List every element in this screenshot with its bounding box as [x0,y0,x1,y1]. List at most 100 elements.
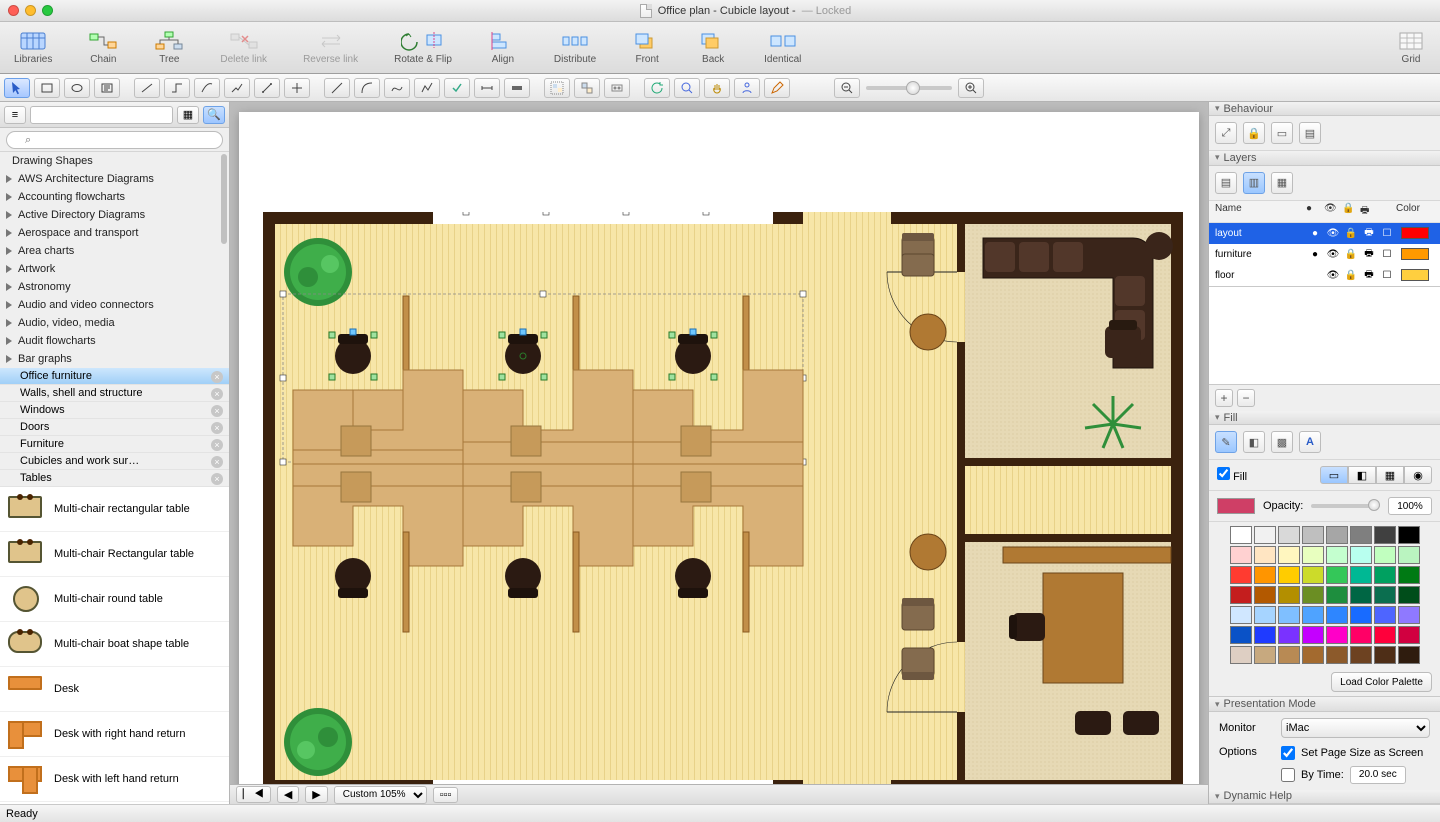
align-button[interactable]: Align [484,28,522,67]
page-nav-first[interactable]: ⎸◀ [236,786,271,803]
open-library-item[interactable]: Office furniture× [0,368,229,385]
palette-swatch[interactable] [1326,566,1348,584]
palette-swatch[interactable] [1350,526,1372,544]
pointer-tool[interactable] [4,78,30,98]
close-icon[interactable]: × [211,422,223,434]
palette-swatch[interactable] [1350,646,1372,664]
by-time-input[interactable] [1350,766,1406,784]
palette-swatch[interactable] [1398,546,1420,564]
shape-item[interactable]: Multi-chair rectangular table [0,487,229,532]
shape-item[interactable]: Desk [0,667,229,712]
category-item[interactable]: Audio and video connectors [0,296,229,314]
layers-table[interactable]: Name ● 👁 🔒 🖶 Color layout ●👁🔒🖶☐ furnitur… [1209,201,1440,287]
load-palette-button[interactable]: Load Color Palette [1331,672,1432,692]
category-item[interactable]: Aerospace and transport [0,224,229,242]
library-grid-view-icon[interactable]: ▦ [177,106,199,124]
fill-checkbox[interactable]: Fill [1217,467,1247,483]
connector-2-tool[interactable] [164,78,190,98]
layers-view-1-icon[interactable]: ▤ [1215,172,1237,194]
close-icon[interactable]: × [211,388,223,400]
ungroup-tool[interactable] [574,78,600,98]
category-item[interactable]: Astronomy [0,278,229,296]
by-time-checkbox[interactable] [1281,768,1295,782]
minimize-window-button[interactable] [25,5,36,16]
palette-swatch[interactable] [1350,546,1372,564]
palette-swatch[interactable] [1278,586,1300,604]
fill-solid-icon[interactable]: ✎ [1215,431,1237,453]
palette-swatch[interactable] [1302,566,1324,584]
layers-view-2-icon[interactable]: ▥ [1243,172,1265,194]
category-item[interactable]: Audio, video, media [0,314,229,332]
palette-swatch[interactable] [1326,626,1348,644]
shape-item[interactable]: Multi-chair round table [0,577,229,622]
fill-text-icon[interactable]: A [1299,431,1321,453]
add-layer-button[interactable]: + [1215,389,1233,407]
layer-row[interactable]: floor 👁🔒🖶☐ [1209,265,1440,286]
palette-swatch[interactable] [1398,526,1420,544]
opacity-slider[interactable] [1311,504,1380,508]
behaviour-lock-icon[interactable]: 🔒 [1243,122,1265,144]
palette-swatch[interactable] [1398,566,1420,584]
rect-tool[interactable] [34,78,60,98]
wall-tool[interactable] [504,78,530,98]
shape-item[interactable]: Desk with right hand return [0,712,229,757]
palette-swatch[interactable] [1302,526,1324,544]
distribute-button[interactable]: Distribute [550,28,600,67]
open-library-item[interactable]: Cubicles and work sur…× [0,453,229,470]
fill-style-segment[interactable]: ▭◧▦◉ [1320,466,1432,484]
palette-swatch[interactable] [1326,546,1348,564]
front-button[interactable]: Front [628,28,666,67]
palette-swatch[interactable] [1230,546,1252,564]
palette-swatch[interactable] [1374,566,1396,584]
palette-swatch[interactable] [1326,586,1348,604]
shape-item[interactable]: Multi-chair Rectangular table [0,532,229,577]
palette-swatch[interactable] [1254,606,1276,624]
palette-swatch[interactable] [1302,606,1324,624]
grid-button[interactable]: Grid [1392,28,1430,67]
behaviour-resize-icon[interactable]: ⤢ [1215,122,1237,144]
fill-section-header[interactable]: Fill [1209,411,1440,425]
palette-swatch[interactable] [1254,566,1276,584]
palette-swatch[interactable] [1398,626,1420,644]
page-nav-prev[interactable]: ◀ [277,786,299,803]
palette-swatch[interactable] [1230,526,1252,544]
palette-swatch[interactable] [1302,626,1324,644]
palette-swatch[interactable] [1278,626,1300,644]
group-tool[interactable] [544,78,570,98]
pan-tool[interactable] [704,78,730,98]
palette-swatch[interactable] [1254,526,1276,544]
category-item[interactable]: Audit flowcharts [0,332,229,350]
zoom-window-button[interactable] [42,5,53,16]
behaviour-overlap-icon[interactable]: ▭ [1271,122,1293,144]
palette-swatch[interactable] [1350,626,1372,644]
palette-swatch[interactable] [1230,606,1252,624]
open-library-item[interactable]: Windows× [0,402,229,419]
layer-row[interactable]: layout ●👁🔒🖶☐ [1209,223,1440,244]
back-button[interactable]: Back [694,28,732,67]
remove-layer-button[interactable]: − [1237,389,1255,407]
close-icon[interactable]: × [211,456,223,468]
palette-swatch[interactable] [1398,646,1420,664]
layer-row[interactable]: furniture ●👁🔒🖶☐ [1209,244,1440,265]
reverse-link-button[interactable]: Reverse link [299,28,362,67]
zoom-level-select[interactable]: Custom 105% [334,786,427,804]
page-nav-next[interactable]: ▶ [305,786,327,803]
connector-5-tool[interactable] [254,78,280,98]
group-edit-tool[interactable] [604,78,630,98]
fill-gradient-icon[interactable]: ◧ [1243,431,1265,453]
layers-section-header[interactable]: Layers [1209,151,1440,165]
reload-tool[interactable] [644,78,670,98]
library-search-icon[interactable]: 🔍 [203,106,225,124]
shape-item[interactable]: Desk with left hand return [0,757,229,802]
category-item[interactable]: Area charts [0,242,229,260]
connector-1-tool[interactable] [134,78,160,98]
identical-button[interactable]: Identical [760,28,805,67]
palette-swatch[interactable] [1278,526,1300,544]
presentation-section-header[interactable]: Presentation Mode [1209,697,1440,711]
palette-swatch[interactable] [1398,606,1420,624]
palette-swatch[interactable] [1278,606,1300,624]
palette-swatch[interactable] [1278,546,1300,564]
library-search-input[interactable] [6,131,223,149]
zoom-in-icon[interactable] [958,78,984,98]
shape-list[interactable]: Multi-chair rectangular table Multi-chai… [0,487,229,804]
